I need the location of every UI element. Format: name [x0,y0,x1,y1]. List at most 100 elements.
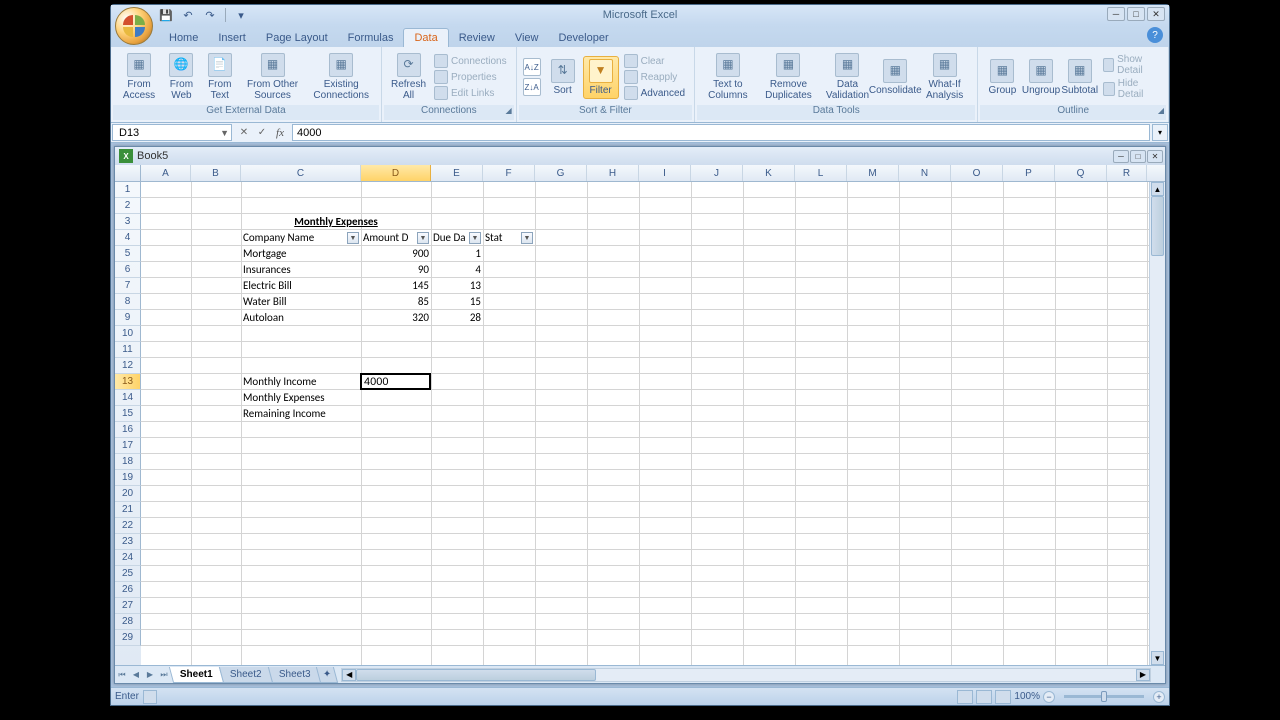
grid[interactable]: ABCDEFGHIJKLMNOPQR 123456789101112131415… [115,165,1165,665]
tab-home[interactable]: Home [159,29,208,47]
normal-view-button[interactable] [957,690,973,704]
refresh-all-button[interactable]: ⟳Refresh All [388,51,429,103]
row-header-17[interactable]: 17 [115,438,141,454]
advanced-button[interactable]: Advanced [621,85,688,101]
row-header-28[interactable]: 28 [115,614,141,630]
row-header-21[interactable]: 21 [115,502,141,518]
col-header-E[interactable]: E [431,165,483,181]
filter-amount-button[interactable]: ▼ [417,232,429,244]
row-header-12[interactable]: 12 [115,358,141,374]
row-header-19[interactable]: 19 [115,470,141,486]
row-header-10[interactable]: 10 [115,326,141,342]
cell-amount-7[interactable]: 145 [361,278,431,294]
fx-button[interactable]: fx [273,126,287,140]
editing-text[interactable]: 4000 [362,375,429,389]
tab-formulas[interactable]: Formulas [338,29,404,47]
row-header-20[interactable]: 20 [115,486,141,502]
col-header-D[interactable]: D [361,165,431,181]
minimize-button[interactable]: ─ [1107,7,1125,21]
row-header-5[interactable]: 5 [115,246,141,262]
ungroup-button[interactable]: ▦Ungroup [1022,57,1059,98]
enter-edit-button[interactable]: ✓ [255,126,269,140]
cell-duedate-5[interactable]: 1 [431,246,483,262]
filter-company-button[interactable]: ▼ [347,232,359,244]
scroll-right-icon[interactable]: ▶ [1136,669,1150,681]
col-header-L[interactable]: L [795,165,847,181]
cell-amount-5[interactable]: 900 [361,246,431,262]
row-header-24[interactable]: 24 [115,550,141,566]
cell-company-9[interactable]: Autoloan [241,310,361,326]
redo-icon[interactable]: ↷ [203,8,217,22]
show-detail-button[interactable]: Show Detail [1100,53,1162,77]
cell-amount-6[interactable]: 90 [361,262,431,278]
sheet-nav-next[interactable]: ▶ [143,668,157,682]
col-header-M[interactable]: M [847,165,899,181]
row-header-15[interactable]: 15 [115,406,141,422]
col-header-Q[interactable]: Q [1055,165,1107,181]
macro-record-icon[interactable] [143,690,157,704]
hscroll-thumb[interactable] [356,669,596,681]
connections-button[interactable]: Connections [431,53,510,69]
cell-duedate-9[interactable]: 28 [431,310,483,326]
zoom-slider[interactable] [1064,695,1144,698]
col-header-N[interactable]: N [899,165,951,181]
active-cell-d13[interactable]: 4000 [360,373,431,390]
row-header-13[interactable]: 13 [115,374,141,390]
col-header-R[interactable]: R [1107,165,1147,181]
col-header-I[interactable]: I [639,165,691,181]
office-button[interactable] [115,7,153,45]
sheet-nav-prev[interactable]: ◀ [129,668,143,682]
row-header-16[interactable]: 16 [115,422,141,438]
new-sheet-button[interactable]: ✦ [316,667,338,683]
row-header-25[interactable]: 25 [115,566,141,582]
tab-insert[interactable]: Insert [208,29,256,47]
row-header-6[interactable]: 6 [115,262,141,278]
row-header-3[interactable]: 3 [115,214,141,230]
tab-review[interactable]: Review [449,29,505,47]
consolidate-button[interactable]: ▦Consolidate [875,57,916,98]
data-validation-button[interactable]: ▦Data Validation [822,51,873,103]
vertical-scrollbar[interactable]: ▲ ▼ [1149,182,1165,665]
properties-button[interactable]: Properties [431,69,510,85]
cancel-edit-button[interactable]: ✕ [237,126,251,140]
header-company[interactable]: Company Name [241,230,361,246]
filter-status-button[interactable]: ▼ [521,232,533,244]
cell-duedate-8[interactable]: 15 [431,294,483,310]
sheet-tab-2[interactable]: Sheet2 [219,667,273,683]
row-header-8[interactable]: 8 [115,294,141,310]
zoom-in-button[interactable]: + [1153,691,1165,703]
row-header-7[interactable]: 7 [115,278,141,294]
row-header-23[interactable]: 23 [115,534,141,550]
row-header-22[interactable]: 22 [115,518,141,534]
cell-monthly-expenses-label[interactable]: Monthly Expenses [241,390,361,406]
sheet-nav-first[interactable]: ⏮ [115,668,129,682]
close-button[interactable]: ✕ [1147,7,1165,21]
zoom-out-button[interactable]: − [1043,691,1055,703]
wb-minimize-button[interactable]: ─ [1113,150,1129,163]
col-header-C[interactable]: C [241,165,361,181]
row-header-29[interactable]: 29 [115,630,141,646]
name-box-dropdown-icon[interactable]: ▼ [220,128,229,138]
cell-duedate-7[interactable]: 13 [431,278,483,294]
col-header-G[interactable]: G [535,165,587,181]
col-header-H[interactable]: H [587,165,639,181]
cell-company-6[interactable]: Insurances [241,262,361,278]
text-to-columns-button[interactable]: ▦Text to Columns [701,51,755,103]
title-cell[interactable]: Monthly Expenses [241,214,431,230]
horizontal-scrollbar[interactable]: ◀ ▶ [341,668,1151,682]
launcher-icon[interactable]: ◢ [1158,106,1164,115]
filter-duedate-button[interactable]: ▼ [469,232,481,244]
cell-duedate-6[interactable]: 4 [431,262,483,278]
col-header-B[interactable]: B [191,165,241,181]
maximize-button[interactable]: □ [1127,7,1145,21]
tab-view[interactable]: View [505,29,549,47]
col-header-A[interactable]: A [141,165,191,181]
cell-amount-8[interactable]: 85 [361,294,431,310]
whatif-button[interactable]: ▦What-If Analysis [918,51,972,103]
row-header-4[interactable]: 4 [115,230,141,246]
col-header-P[interactable]: P [1003,165,1055,181]
sort-asc-button[interactable]: A↓Z [523,58,541,76]
col-header-O[interactable]: O [951,165,1003,181]
from-access-button[interactable]: ▦From Access [117,51,161,103]
zoom-handle[interactable] [1101,691,1107,702]
